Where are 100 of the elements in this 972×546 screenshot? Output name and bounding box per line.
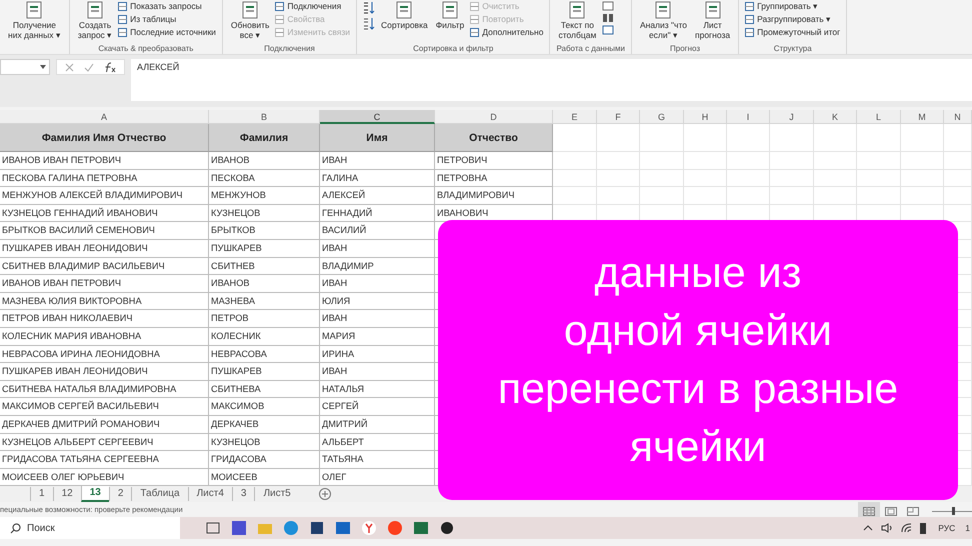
table-cell [597,152,640,170]
app-icon[interactable] [309,520,325,536]
table-icon [745,15,754,24]
zoom-thumb[interactable] [952,506,956,515]
ribbon-button[interactable]: Показать запросы [118,1,216,12]
table-cell: ПУШКАРЕВ [209,240,320,258]
column-header[interactable]: B [209,110,320,124]
ribbon-button[interactable]: Анализ "что если" ▾ [638,0,689,40]
ribbon-button[interactable]: Фильтр [434,0,466,30]
table-cell [901,170,944,188]
sheet-tab[interactable]: Таблица [131,487,188,502]
table-cell: ГАЛИНА [320,170,435,188]
caret-icon [40,65,46,69]
sheet-tab[interactable]: 3 [232,487,254,502]
column-header[interactable]: J [770,110,814,124]
check-icon [84,62,94,72]
table-cell: ИВАН [320,240,435,258]
column-header[interactable]: A [0,110,209,124]
table-cell: НАТАЛЬЯ [320,380,435,398]
formula-field[interactable]: АЛЕКСЕЙ [131,59,972,101]
data-tool-icon [602,13,614,23]
table-cell: ПУШКАРЕВ ИВАН ЛЕОНИДОВИЧ [0,363,209,381]
table-cell: КУЗНЕЦОВ [209,434,320,452]
table-cell [597,124,640,152]
table-cell: МАКСИМОВ [209,398,320,416]
ribbon-button[interactable]: Получение них данных ▾ [6,0,63,40]
table-icon [118,28,128,37]
table-icon [275,28,284,37]
table-cell: СЕРГЕЙ [320,398,435,416]
mail-icon[interactable] [335,520,351,536]
search-placeholder: Поиск [27,522,55,536]
table-cell: БРЫТКОВ [209,222,320,240]
table-icon [275,15,284,24]
ribbon-button[interactable]: Текст по столбцам [556,0,598,40]
table-cell [640,152,684,170]
browser-icon[interactable] [361,520,377,536]
table-cell [814,124,857,152]
app-icon[interactable] [439,520,455,536]
column-header[interactable]: I [727,110,770,124]
table-cell: ИВАНОВ ИВАН ПЕТРОВИЧ [0,152,209,170]
column-header[interactable]: E [553,110,597,124]
ribbon-button[interactable]: Разгруппировать ▾ [745,14,840,25]
header-cell: Имя [320,124,435,152]
group-label: Работа с данными [556,44,625,54]
table-cell: ИВАНОВ [209,152,320,170]
ribbon-button[interactable]: Из таблицы [118,14,216,25]
table-cell: ИВАН [320,310,435,328]
table-cell [944,124,972,152]
zoom-slider[interactable] [932,504,972,515]
table-cell [770,152,814,170]
table-icon [745,28,754,37]
sheet-tab[interactable]: 1 [30,487,53,502]
browser-icon[interactable] [283,520,299,536]
task-view-icon[interactable] [205,520,221,536]
ribbon-button[interactable]: Подключения [275,1,350,12]
view-icon [907,506,919,516]
column-header[interactable]: C [320,110,435,124]
ribbon-button[interactable]: Группировать ▾ [745,1,840,12]
ribbon-button[interactable]: Сортировка [379,0,430,30]
sheet-tab[interactable]: Лист5 [254,487,299,502]
table-cell: КОЛЕСНИК МАРИЯ ИВАНОВНА [0,328,209,346]
table-cell [944,187,972,205]
browser-icon[interactable] [387,520,403,536]
group-label: Прогноз [669,44,702,54]
clock[interactable]: 1 [965,522,970,535]
ribbon-button[interactable]: Обновить все ▾ [228,0,272,40]
sheet-tab[interactable]: Лист4 [188,487,232,502]
column-header[interactable]: G [640,110,684,124]
column-header[interactable]: K [814,110,857,124]
table-cell: СБИТНЕВ ВЛАДИМИР ВАСИЛЬЕВИЧ [0,258,209,276]
column-header[interactable]: F [597,110,640,124]
column-header[interactable]: H [684,110,727,124]
ribbon-button[interactable]: Создать запрос ▾ [76,0,114,40]
table-cell: КУЗНЕЦОВ АЛЬБЕРТ СЕРГЕЕВИЧ [0,434,209,452]
ribbon-button[interactable]: Дополнительно [470,27,544,38]
column-header[interactable]: L [857,110,901,124]
table-cell: ПЕТРОВ ИВАН НИКОЛАЕВИЧ [0,310,209,328]
function-icon [104,62,116,72]
column-header[interactable]: D [435,110,553,124]
column-header[interactable]: N [944,110,972,124]
view-button[interactable] [858,502,880,518]
ribbon-button[interactable]: Промежуточный итог [745,27,840,38]
chevron-up-icon [863,525,874,532]
header-cell: Фамилия Имя Отчество [0,124,209,152]
spreadsheet-icon[interactable] [413,520,429,536]
header-cell: Фамилия [209,124,320,152]
ribbon-button[interactable]: Последние источники [118,27,216,38]
search-field[interactable]: Поиск [0,517,180,540]
table-cell: СБИТНЕВА НАТАЛЬЯ ВЛАДИМИРОВНА [0,380,209,398]
table-cell: ПУШКАРЕВ ИВАН ЛЕОНИДОВИЧ [0,240,209,258]
search-icon [10,522,21,534]
table-cell: СБИТНЕВ [209,258,320,276]
language-indicator[interactable]: РУС [938,522,956,535]
group-label: Сортировка и фильтр [412,44,494,54]
column-header[interactable]: M [901,110,944,124]
table-cell: ДЕРКАЧЕВ ДМИТРИЙ РОМАНОВИЧ [0,416,209,434]
table-cell [770,124,814,152]
ribbon-button[interactable]: Лист прогноза [693,0,732,40]
sheet-tab[interactable]: 2 [108,487,132,502]
sheet-tab[interactable]: 13 [80,486,109,502]
